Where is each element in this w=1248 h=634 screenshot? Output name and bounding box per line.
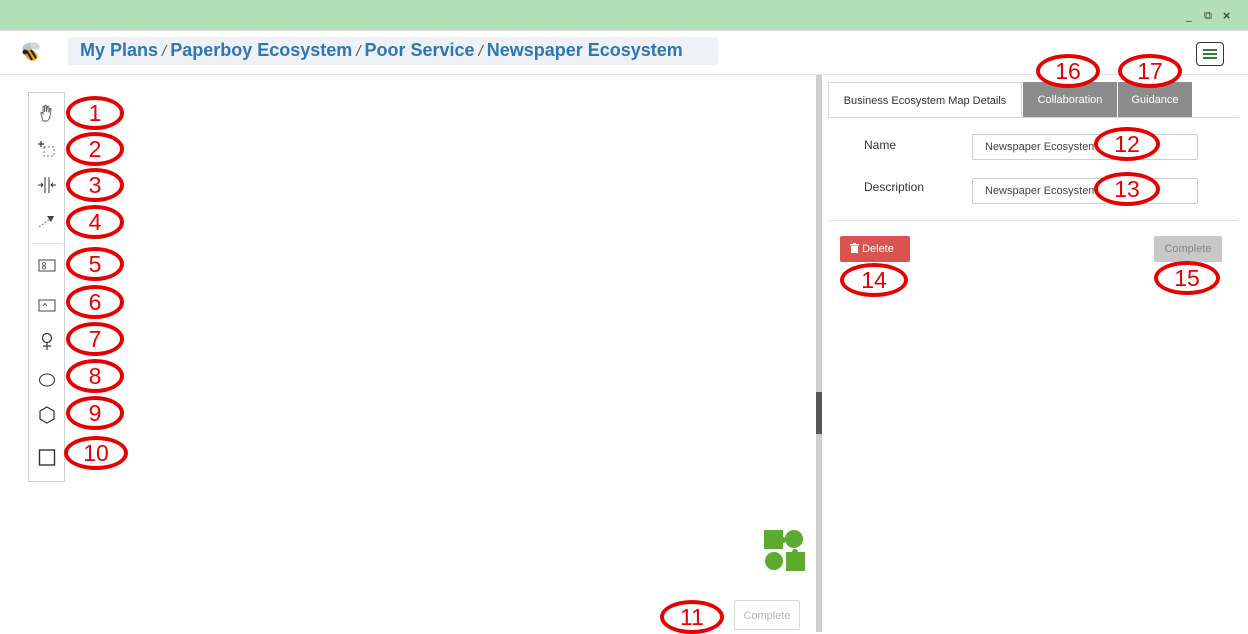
container-box-icon bbox=[38, 299, 56, 312]
hamburger-icon bbox=[1203, 49, 1217, 51]
connect-tool[interactable] bbox=[29, 205, 65, 235]
callout-marker: 7 bbox=[66, 322, 124, 356]
name-field[interactable]: Newspaper Ecosystem bbox=[972, 134, 1198, 160]
callout-marker: 8 bbox=[66, 359, 124, 393]
breadcrumb-newspaper-ecosystem[interactable]: Newspaper Ecosystem bbox=[487, 40, 683, 60]
restore-icon[interactable]: ⧉ bbox=[1204, 9, 1212, 23]
breadcrumb-separator: / bbox=[478, 43, 483, 60]
hamburger-icon bbox=[1203, 53, 1217, 55]
breadcrumb-paperboy-ecosystem[interactable]: Paperboy Ecosystem bbox=[170, 40, 352, 60]
lasso-select-icon bbox=[38, 141, 55, 157]
callout-marker: 16 bbox=[1036, 54, 1100, 88]
hexagon-icon bbox=[39, 406, 55, 424]
ellipse-icon bbox=[38, 373, 56, 387]
tool-palette bbox=[28, 92, 65, 482]
breadcrumb-separator: / bbox=[356, 43, 361, 60]
callout-marker: 11 bbox=[660, 600, 724, 634]
breadcrumb-my-plans[interactable]: My Plans bbox=[80, 40, 158, 60]
space-tool-icon bbox=[38, 177, 56, 193]
callout-marker: 12 bbox=[1094, 127, 1160, 161]
description-label: Description bbox=[864, 180, 925, 194]
callout-marker: 15 bbox=[1154, 261, 1220, 295]
form-divider bbox=[828, 220, 1238, 221]
actor-tool[interactable] bbox=[29, 325, 65, 355]
toolbox-divider bbox=[32, 243, 62, 244]
breadcrumb: My Plans / Paperboy Ecosystem / Poor Service… bbox=[68, 37, 718, 65]
breadcrumb-poor-service[interactable]: Poor Service bbox=[364, 40, 474, 60]
delete-button[interactable]: Delete bbox=[840, 236, 910, 262]
group-tool[interactable] bbox=[29, 289, 65, 319]
rectangle-icon bbox=[38, 449, 56, 466]
ellipse-tool[interactable] bbox=[29, 363, 65, 393]
callout-marker: 3 bbox=[66, 168, 124, 202]
breadcrumb-separator: / bbox=[162, 43, 167, 60]
complete-button[interactable]: Complete bbox=[1154, 236, 1222, 262]
swimlane-tool[interactable] bbox=[29, 249, 65, 279]
select-tool[interactable] bbox=[29, 133, 65, 163]
description-field[interactable]: Newspaper Ecosystem bbox=[972, 178, 1198, 204]
callout-marker: 1 bbox=[66, 96, 124, 130]
divider bbox=[0, 30, 1248, 31]
trash-icon bbox=[850, 243, 859, 253]
callout-marker: 17 bbox=[1118, 54, 1182, 88]
callout-marker: 4 bbox=[66, 205, 124, 239]
puzzle-icon bbox=[764, 530, 805, 571]
splitter-handle[interactable] bbox=[816, 392, 822, 434]
callout-marker: 6 bbox=[66, 285, 124, 319]
delete-label: Delete bbox=[862, 243, 894, 255]
hexagon-tool[interactable] bbox=[29, 399, 65, 429]
close-icon[interactable]: × bbox=[1222, 9, 1231, 22]
callout-marker: 5 bbox=[66, 247, 124, 281]
tab-baseline bbox=[828, 117, 1238, 118]
window-titlebar bbox=[0, 0, 1248, 30]
tab-business-ecosystem-map-details[interactable]: Business Ecosystem Map Details bbox=[828, 82, 1022, 118]
callout-marker: 2 bbox=[66, 132, 124, 166]
spacing-tool[interactable] bbox=[29, 169, 65, 199]
minimize-icon[interactable]: _ bbox=[1186, 9, 1192, 22]
canvas-complete-button[interactable]: Complete bbox=[734, 600, 800, 630]
callout-marker: 14 bbox=[840, 263, 908, 297]
callout-marker: 9 bbox=[66, 396, 124, 430]
rectangle-tool[interactable] bbox=[29, 441, 65, 471]
connect-arrow-icon bbox=[38, 216, 54, 228]
participant-box-icon bbox=[38, 259, 56, 272]
callout-marker: 10 bbox=[64, 436, 128, 470]
name-label: Name bbox=[864, 138, 897, 152]
panel-splitter[interactable] bbox=[816, 75, 822, 632]
hand-pan-tool[interactable] bbox=[29, 97, 65, 127]
bee-logo-icon bbox=[22, 42, 40, 61]
hand-icon bbox=[40, 104, 52, 122]
hamburger-menu-button[interactable] bbox=[1196, 42, 1224, 66]
actor-icon bbox=[41, 332, 53, 350]
callout-marker: 13 bbox=[1094, 172, 1160, 206]
hamburger-icon bbox=[1203, 57, 1217, 59]
